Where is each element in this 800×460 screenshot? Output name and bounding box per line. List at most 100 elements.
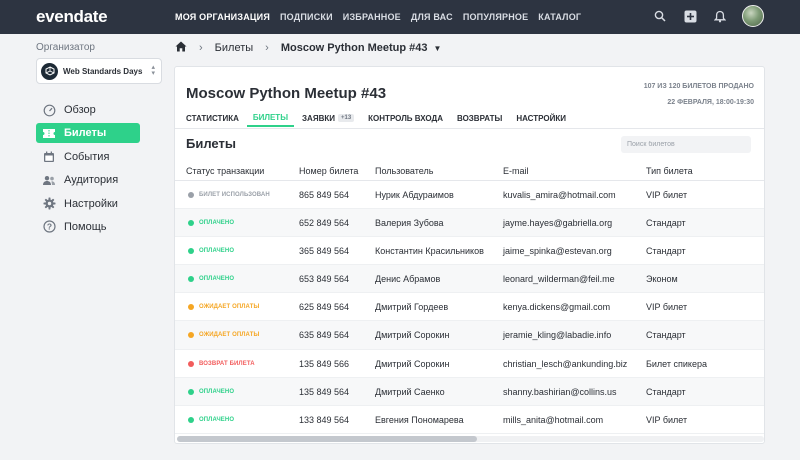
tickets-table-body: БИЛЕТ ИСПОЛЬЗОВАН 865 849 564 Нурик Абдура… (175, 181, 764, 434)
user-email: mills_anita@hotmail.com (503, 414, 604, 425)
help-icon: ? (42, 220, 56, 234)
requests-count-badge: +13 (337, 114, 355, 122)
organizer-label: Организатор (36, 42, 95, 53)
select-arrows-icon: ▴ ▾ (151, 64, 155, 77)
tab-refunds[interactable]: ВОЗВРАТЫ (457, 113, 502, 127)
table-row[interactable]: БИЛЕТ ИСПОЛЬЗОВАН 865 849 564 Нурик Абдура… (175, 181, 764, 210)
add-icon[interactable] (682, 8, 698, 24)
status-label: ОПЛАЧЕНО (199, 248, 235, 255)
status-badge: ОПЛАЧЕНО (188, 388, 234, 395)
user-email: jeramie_kling@labadie.info (503, 330, 612, 341)
status-dot-icon (188, 220, 194, 227)
status-dot-icon (188, 332, 194, 339)
user-email: leonard_wilderman@feil.me (503, 274, 615, 285)
ticket-type: Стандарт (646, 386, 686, 397)
ticket-type: VIP билет (646, 302, 688, 313)
ticket-number: 365 849 564 (299, 246, 350, 257)
tickets-heading: Билеты (186, 136, 236, 151)
gauge-icon (42, 103, 56, 117)
search-icon[interactable] (652, 8, 668, 24)
table-row[interactable]: ОПЛАЧЕНО 652 849 564 Валерия Зубова jayme.h… (175, 209, 764, 238)
sidebar-item-label: Настройки (64, 197, 118, 210)
ticket-number: 625 849 564 (299, 302, 350, 313)
table-row[interactable]: ОПЛАЧЕНО 365 849 564 Константин Красильник… (175, 237, 764, 266)
sidebar-item-events[interactable]: События (36, 147, 140, 167)
top-icons (652, 5, 764, 27)
breadcrumb-event[interactable]: Moscow Python Meetup #43 (281, 42, 428, 54)
column-header-status[interactable]: Статус транзакции (186, 166, 264, 176)
ticket-number: 135 849 566 (299, 358, 350, 369)
chevron-down-icon[interactable]: ▼ (434, 44, 442, 53)
sidebar-item-label: Помощь (64, 220, 107, 233)
status-dot-icon (188, 248, 194, 255)
tab-entry-control[interactable]: КОНТРОЛЬ ВХОДА (368, 113, 443, 127)
ticket-search-input[interactable] (621, 136, 751, 153)
table-row[interactable]: ОЖИДАЕТ ОПЛАТЫ 625 849 564 Дмитрий Гордеев… (175, 293, 764, 322)
bell-icon[interactable] (712, 8, 728, 24)
column-header-email[interactable]: E-mail (503, 166, 529, 176)
user-name: Денис Абрамов (375, 274, 441, 285)
status-dot-icon (188, 192, 194, 198)
tickets-sold-count: 107 ИЗ 120 БИЛЕТОВ ПРОДАНО (643, 83, 754, 90)
sidebar-item-help[interactable]: ? Помощь (36, 217, 140, 237)
ticket-type: Стандарт (646, 218, 686, 229)
user-name: Константин Красильников (375, 246, 484, 257)
status-dot-icon (188, 276, 194, 283)
sidebar-item-audience[interactable]: Аудитория (36, 170, 140, 190)
nav-popular[interactable]: ПОПУЛЯРНОЕ (463, 12, 528, 22)
gear-icon (42, 197, 56, 211)
table-row[interactable]: ОПЛАЧЕНО 133 849 564 Евгения Пономарева mil… (175, 406, 764, 434)
sidebar-item-tickets[interactable]: Билеты (36, 123, 140, 144)
column-header-number[interactable]: Номер билета (299, 166, 358, 176)
home-icon[interactable] (175, 41, 187, 55)
status-dot-icon (188, 360, 194, 367)
status-dot-icon (188, 416, 194, 423)
tab-requests[interactable]: ЗАЯВКИ +13 (302, 113, 355, 127)
nav-favorites[interactable]: ИЗБРАННОЕ (343, 12, 401, 22)
scrollbar-thumb[interactable] (177, 436, 477, 442)
user-email: christian_lesch@ankunding.biz (503, 358, 628, 369)
user-name: Евгения Пономарева (375, 414, 464, 425)
user-name: Дмитрий Гордеев (375, 302, 449, 313)
tab-settings[interactable]: НАСТРОЙКИ (516, 113, 566, 127)
avatar[interactable] (742, 5, 764, 27)
tab-tickets[interactable]: БИЛЕТЫ (246, 113, 295, 127)
sidebar-item-label: Аудитория (64, 174, 119, 187)
breadcrumb-tickets[interactable]: Билеты (215, 42, 253, 54)
table-row[interactable]: ОПЛАЧЕНО 653 849 564 Денис Абрамов leonard_… (175, 265, 764, 294)
ticket-icon (42, 126, 56, 140)
user-name: Нурик Абдураимов (375, 190, 454, 200)
tab-statistics[interactable]: СТАТИСТИКА (186, 113, 239, 127)
table-row[interactable]: ОЖИДАЕТ ОПЛАТЫ 635 849 564 Дмитрий Сорокин… (175, 321, 764, 350)
sidebar-item-overview[interactable]: Обзор (36, 100, 140, 120)
table-row[interactable]: ОПЛАЧЕНО 135 849 564 Дмитрий Саенко shanny.… (175, 377, 764, 406)
horizontal-scrollbar[interactable] (177, 436, 764, 442)
user-name: Валерия Зубова (375, 218, 444, 229)
column-header-user[interactable]: Пользователь (375, 166, 433, 176)
status-badge: ОПЛАЧЕНО (188, 276, 234, 283)
status-label: ОЖИДАЕТ ОПЛАТЫ (199, 332, 260, 339)
nav-my-organization[interactable]: МОЯ ОРГАНИЗАЦИЯ (175, 12, 270, 22)
nav-catalog[interactable]: КАТАЛОГ (538, 12, 581, 22)
users-icon (42, 173, 56, 187)
organization-select[interactable]: Web Standards Days ▴ ▾ (36, 58, 162, 84)
table-row[interactable]: ВОЗВРАТ БИЛЕТА 135 849 566 Дмитрий Сорокин… (175, 350, 764, 378)
status-badge: ВОЗВРАТ БИЛЕТА (188, 360, 255, 367)
ticket-type: VIP билет (646, 414, 688, 425)
table-header: Статус транзакции Номер билета Пользоват… (175, 161, 764, 181)
organization-logo-icon (41, 62, 58, 80)
ticket-number: 865 849 564 (299, 190, 350, 200)
event-date: 22 ФЕВРАЛЯ, 18:00-19:30 (667, 99, 754, 106)
event-card: Moscow Python Meetup #43 107 ИЗ 120 БИЛЕ… (174, 66, 765, 444)
column-header-type[interactable]: Тип билета (646, 166, 693, 176)
ticket-type: Билет спикера (646, 358, 707, 369)
logo[interactable]: evendate (36, 7, 108, 27)
status-dot-icon (188, 388, 194, 395)
nav-subscriptions[interactable]: ПОДПИСКИ (280, 12, 333, 22)
user-email: shanny.bashirian@collins.us (503, 386, 617, 397)
status-label: ОПЛАЧЕНО (199, 220, 235, 227)
sidebar-item-settings[interactable]: Настройки (36, 194, 140, 214)
sidebar-item-label: События (64, 150, 110, 163)
status-dot-icon (188, 304, 194, 311)
nav-for-you[interactable]: ДЛЯ ВАС (411, 12, 453, 22)
